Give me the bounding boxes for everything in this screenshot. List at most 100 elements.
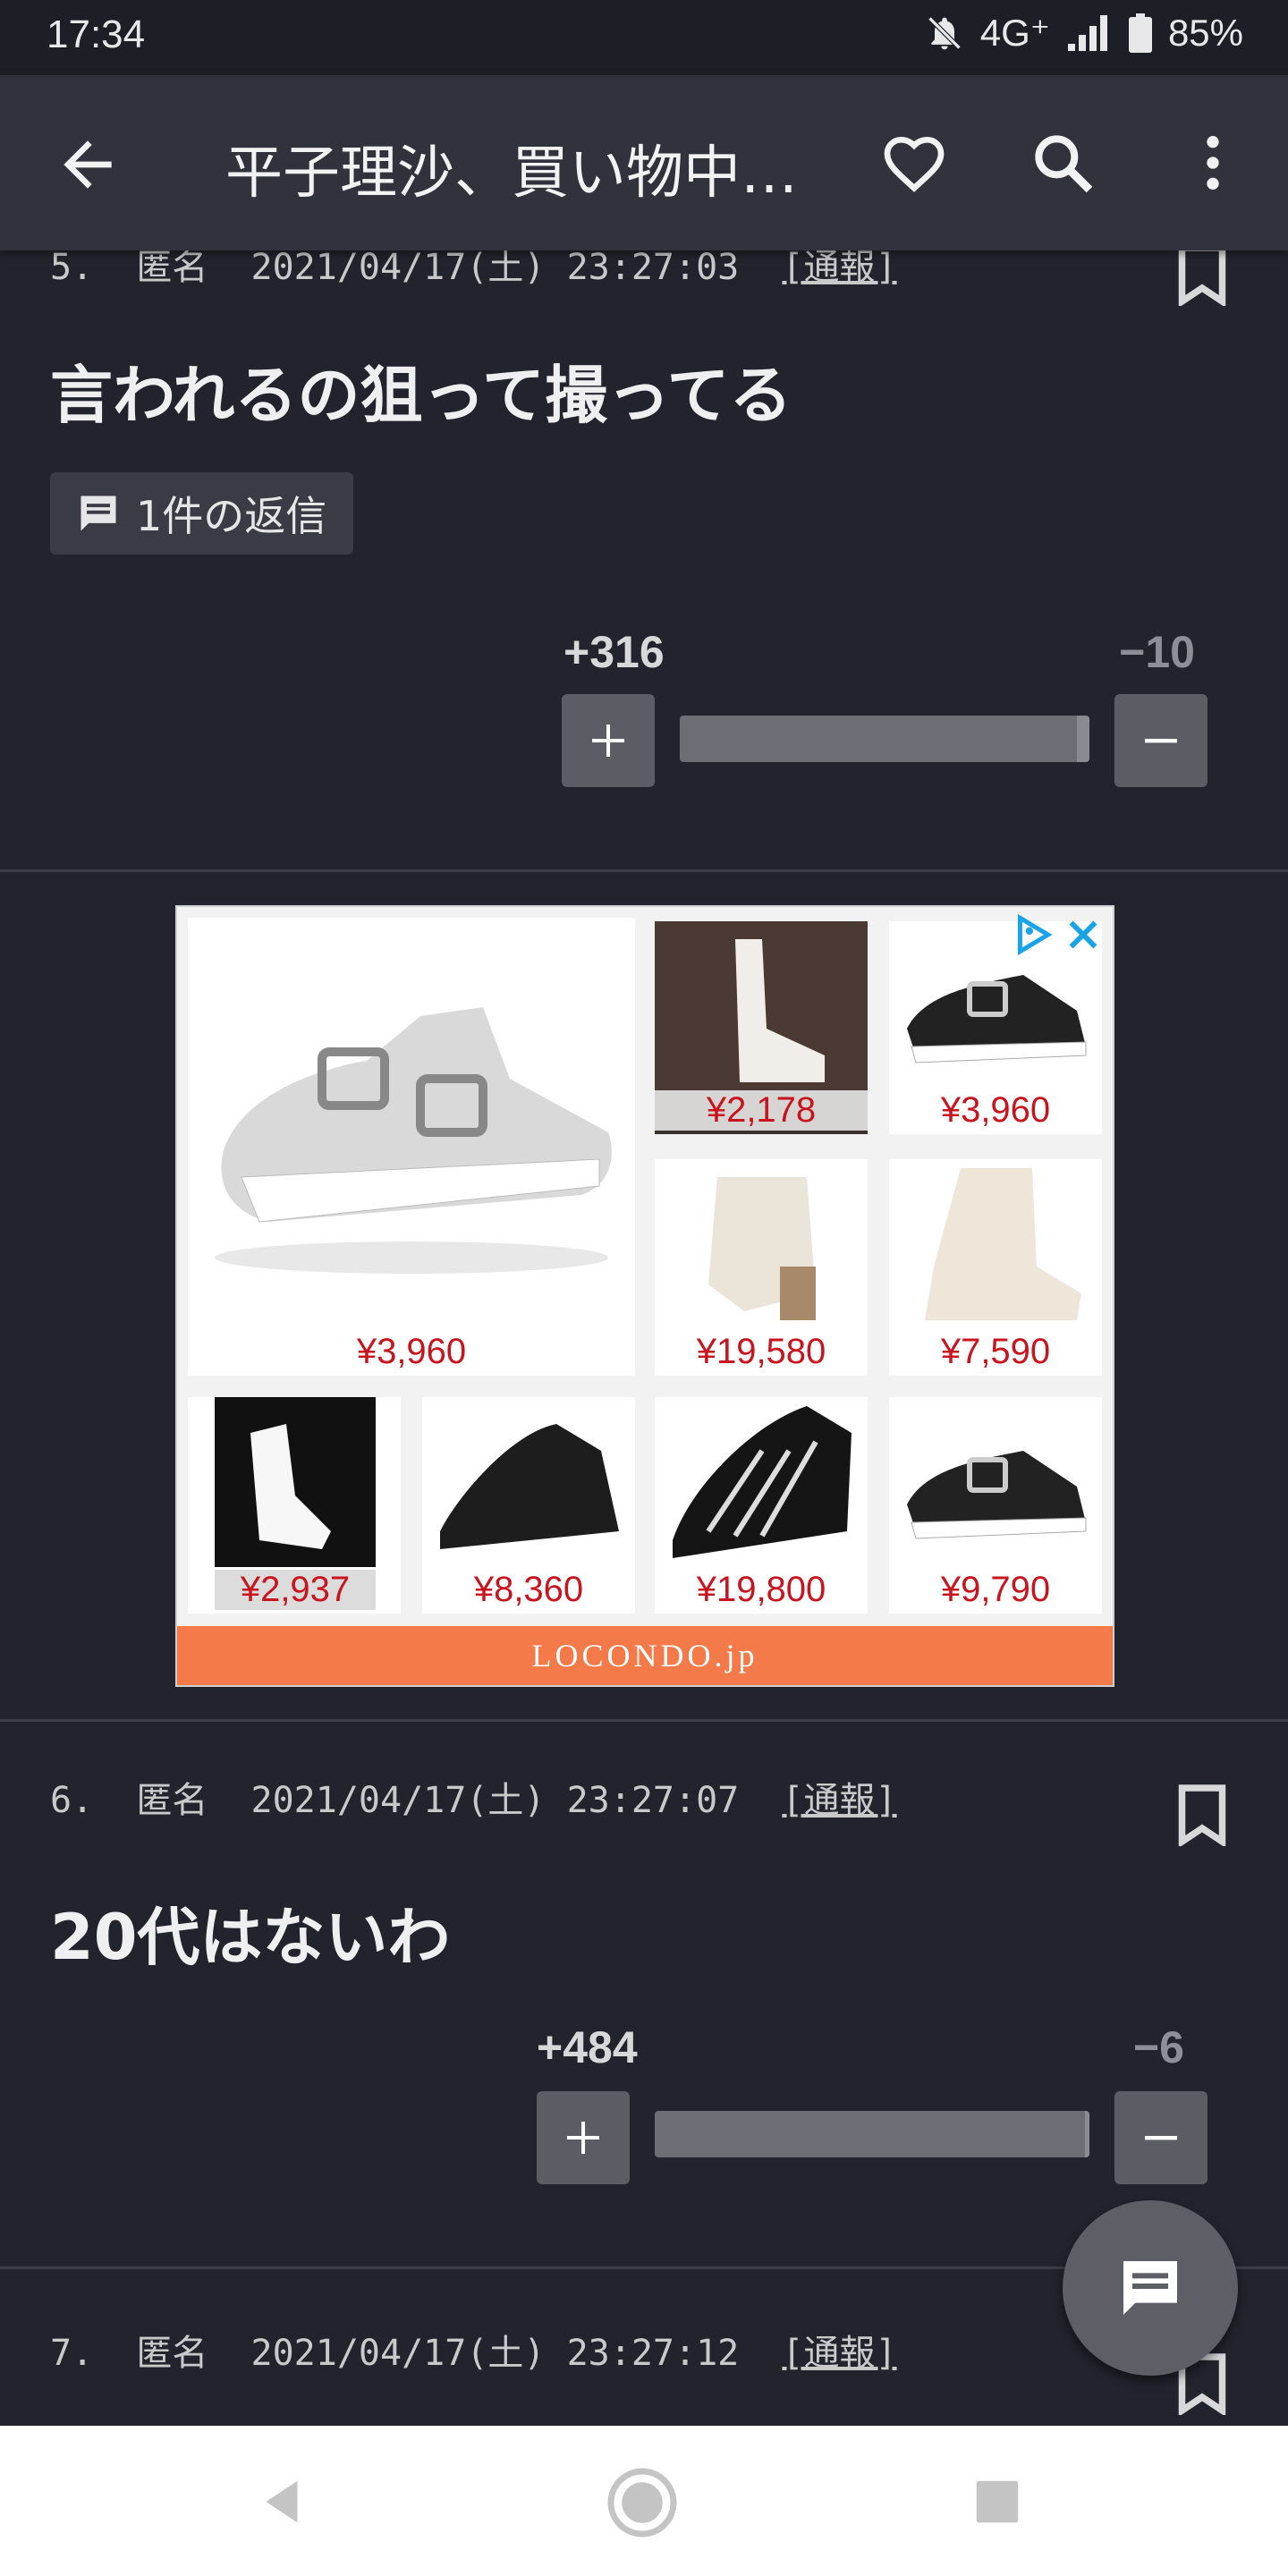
nav-recents-button[interactable]	[970, 2474, 1025, 2529]
plus-vote-button[interactable]	[562, 694, 655, 787]
comment-body: 言われるの狙って撮ってる	[50, 359, 792, 432]
comment-5: 5. 匿名 2021/04/17(土) 23:27:03 [通報] 言われるの狙…	[0, 233, 1288, 869]
divider	[0, 869, 1288, 872]
ad-price: ¥2,178	[655, 1090, 868, 1131]
comment-6: 6. 匿名 2021/04/17(土) 23:27:07 [通報] 20代はない…	[0, 1762, 1288, 2263]
comment-icon	[80, 496, 116, 531]
report-link[interactable]: [通報]	[782, 2333, 896, 2374]
close-icon	[1069, 920, 1097, 949]
ad-product-tile[interactable]: ¥7,590	[889, 1159, 1102, 1376]
ad-price: ¥19,800	[696, 1570, 826, 1609]
ad-price: ¥19,580	[696, 1332, 826, 1371]
report-link[interactable]: [通報]	[782, 1780, 896, 1821]
app-bar: 平子理沙、買い物中…	[0, 75, 1288, 250]
black-boot-image	[440, 1424, 619, 1549]
search-button[interactable]	[1027, 127, 1098, 199]
plus-icon	[592, 724, 624, 757]
notifications-off-icon	[928, 16, 962, 49]
ad-price: ¥9,790	[940, 1570, 1051, 1609]
comment-number: 5.	[50, 247, 94, 288]
minus-count: −10	[1119, 627, 1195, 677]
ad-product-tile[interactable]: ¥19,580	[655, 1159, 868, 1376]
comment-author: 匿名	[136, 247, 208, 288]
reply-count-button[interactable]: 1件の返信	[50, 472, 354, 555]
minus-count: −6	[1132, 2022, 1184, 2072]
ad-price: ¥7,590	[940, 1332, 1051, 1371]
nav-home-button[interactable]	[605, 2465, 680, 2540]
more-options-button[interactable]	[1177, 127, 1249, 199]
comment-datetime: 2021/04/17(土) 23:27:03	[250, 247, 740, 288]
ankle-boot-image	[925, 1168, 1081, 1320]
vote-ratio-bar	[655, 2111, 1089, 2157]
more-vert-icon	[1207, 136, 1219, 190]
vote-ratio-bar	[680, 716, 1089, 762]
status-indicators: 4G⁺ 85%	[925, 11, 1243, 55]
back-button[interactable]	[52, 129, 123, 200]
ad-banner[interactable]: ¥3,960 ¥2,178 ¥3,960 ¥19,580 ¥7,590 ¥2,9…	[175, 905, 1114, 1687]
comment-number: 7.	[50, 2333, 94, 2374]
comment-datetime: 2021/04/17(土) 23:27:12	[250, 2333, 740, 2374]
white-boot-image	[215, 1397, 376, 1567]
comment-body: 20代はないわ	[50, 1901, 451, 1974]
comment-meta: 6. 匿名 2021/04/17(土) 23:27:07 [通報]	[50, 1771, 897, 1823]
ad-product-tile[interactable]: ¥3,960	[188, 918, 635, 1376]
minus-icon	[1145, 739, 1177, 743]
plus-count: +484	[537, 2022, 638, 2072]
ad-brand[interactable]: LOCONDO.jp	[177, 1626, 1113, 1685]
sneaker-image	[907, 1451, 1087, 1539]
report-link[interactable]: [通報]	[782, 247, 896, 288]
comment-number: 6.	[50, 1780, 94, 1821]
network-type: 4G⁺	[979, 12, 1050, 54]
nav-home-icon	[607, 2468, 677, 2538]
plus-count: +316	[564, 627, 665, 677]
ad-price: ¥8,360	[473, 1570, 584, 1609]
status-time: 17:34	[47, 13, 146, 56]
comment-fab-button[interactable]	[1063, 2200, 1238, 2376]
comment-author: 匿名	[136, 2333, 208, 2374]
minus-icon	[1145, 2136, 1177, 2140]
plus-icon	[567, 2122, 599, 2154]
page-title: 平子理沙、買い物中…	[225, 140, 798, 207]
nav-back-button[interactable]	[250, 2470, 313, 2533]
ad-product-tile[interactable]: ¥2,937	[188, 1397, 401, 1614]
minus-vote-button[interactable]	[1114, 694, 1208, 787]
ad-product-tile[interactable]: ¥19,800	[655, 1397, 868, 1614]
vote-bar-minus-fill	[1077, 716, 1089, 762]
adchoices-icon	[1017, 913, 1053, 956]
ad-close-button[interactable]	[1063, 914, 1104, 955]
plus-vote-button[interactable]	[537, 2091, 630, 2184]
adchoices-button[interactable]	[1011, 912, 1055, 957]
comment-meta: 7. 匿名 2021/04/17(土) 23:27:12 [通報]	[50, 2324, 897, 2376]
bookmark-button[interactable]	[1175, 1784, 1229, 1849]
battery-level: 85%	[1167, 11, 1243, 54]
nav-back-icon	[266, 2480, 298, 2523]
search-icon	[1035, 135, 1093, 193]
divider	[0, 1719, 1288, 1722]
signal-icon	[1067, 14, 1107, 51]
heart-icon	[884, 137, 945, 192]
bookmark-button[interactable]	[1175, 243, 1229, 309]
ad-product-tile[interactable]: ¥2,178	[655, 921, 868, 1134]
minus-vote-button[interactable]	[1114, 2091, 1208, 2184]
vote-bar-minus-fill	[1085, 2111, 1089, 2157]
comment-author: 匿名	[136, 1780, 208, 1821]
battery-icon	[1128, 13, 1152, 53]
ad-price: ¥2,937	[215, 1570, 376, 1610]
ad-product-tile[interactable]: ¥9,790	[889, 1397, 1102, 1614]
gladiator-boot-image	[673, 1406, 852, 1558]
boot-image	[655, 921, 868, 1091]
reply-count-label: 1件の返信	[136, 492, 327, 540]
ad-price: ¥3,960	[940, 1090, 1051, 1130]
favorite-button[interactable]	[878, 127, 950, 199]
nav-recents-icon	[976, 2480, 1019, 2523]
system-nav-bar	[0, 2426, 1288, 2576]
ad-price: ¥3,960	[356, 1332, 467, 1371]
bookmark-icon	[1178, 1784, 1226, 1849]
sandal-boot-image	[708, 1177, 816, 1320]
comment-datetime: 2021/04/17(土) 23:27:07	[250, 1780, 740, 1821]
bookmark-icon	[1178, 244, 1226, 309]
status-bar: 17:34 4G⁺ 85%	[0, 0, 1288, 75]
ad-product-tile[interactable]: ¥8,360	[422, 1397, 635, 1614]
back-arrow-icon	[64, 140, 112, 189]
chat-icon	[1123, 2261, 1177, 2315]
